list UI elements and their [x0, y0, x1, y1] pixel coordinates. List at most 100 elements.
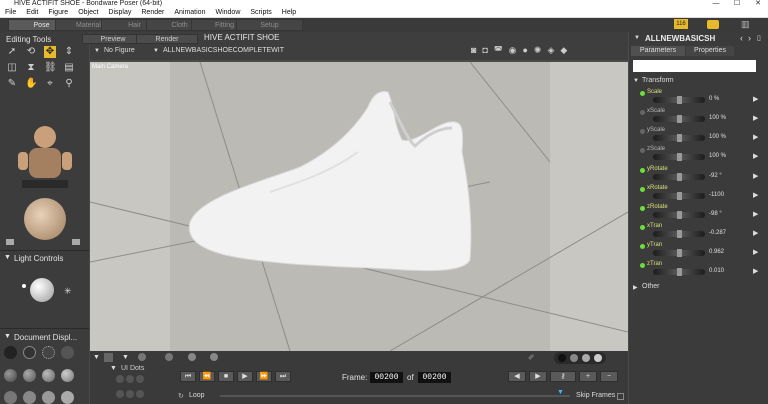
camera-icon[interactable]: [6, 239, 14, 245]
total-frames-field[interactable]: 00200: [418, 372, 451, 383]
trash-icon[interactable]: ▤: [63, 62, 75, 74]
cartoon-style[interactable]: [61, 369, 74, 382]
silhouette-style[interactable]: [4, 346, 17, 359]
light-sphere[interactable]: [30, 278, 54, 302]
left-camera-icon[interactable]: ◆: [560, 45, 567, 56]
collapse-arrow-icon[interactable]: ▼: [633, 78, 639, 84]
timeline-marker[interactable]: ▼: [557, 389, 564, 396]
last-frame-button[interactable]: ⏭: [275, 371, 291, 382]
light-dot[interactable]: [22, 284, 26, 288]
param-row-zrotate[interactable]: zRotate -98 ° ▶: [631, 204, 768, 221]
smooth-lined-style[interactable]: [42, 391, 55, 404]
param-value[interactable]: -1100: [709, 192, 724, 198]
figure-dropdown-arrow[interactable]: ▼: [94, 48, 100, 54]
figure-dropdown[interactable]: No Figure: [104, 47, 135, 54]
dial-knob[interactable]: [677, 192, 682, 200]
rotate-icon[interactable]: ⟲: [25, 46, 37, 58]
param-row-scale[interactable]: Scale 0 % ▶: [631, 89, 768, 106]
ui-dot[interactable]: [116, 390, 124, 398]
param-menu-arrow-icon[interactable]: ▶: [753, 95, 758, 103]
figure-circle-icon[interactable]: [188, 353, 196, 361]
menu-window[interactable]: Window: [210, 9, 245, 16]
magnify-icon[interactable]: ⚲: [63, 78, 75, 90]
menu-animation[interactable]: Animation: [169, 9, 210, 16]
parameter-search-input[interactable]: [633, 60, 756, 72]
ground-toggle-icon[interactable]: [165, 353, 173, 361]
tab-properties[interactable]: Properties: [686, 46, 734, 56]
twist-icon[interactable]: ⇕: [63, 46, 75, 58]
collapse-arrow-icon[interactable]: ▶: [633, 284, 638, 291]
maximize-button[interactable]: ☐: [727, 0, 747, 8]
param-row-yrotate[interactable]: yRotate -92 ° ▶: [631, 166, 768, 183]
param-row-yscale[interactable]: yScale 100 % ▶: [631, 127, 768, 144]
menu-object[interactable]: Object: [73, 9, 103, 16]
3d-viewport[interactable]: Main Camera: [90, 62, 628, 351]
select-icon[interactable]: ➚: [6, 46, 18, 58]
first-frame-button[interactable]: ⏮: [180, 371, 196, 382]
dial-knob[interactable]: [677, 211, 682, 219]
param-row-ytran[interactable]: yTran 0.962 ▶: [631, 242, 768, 259]
param-menu-arrow-icon[interactable]: ▶: [753, 114, 758, 122]
ui-dot[interactable]: [136, 375, 144, 383]
translate-icon[interactable]: ✥: [44, 46, 56, 58]
param-menu-arrow-icon[interactable]: ▶: [753, 191, 758, 199]
menu-scripts[interactable]: Scripts: [245, 9, 276, 16]
dial-knob[interactable]: [677, 134, 682, 142]
display-quality-toggle[interactable]: [554, 352, 606, 364]
panel-menu-icon[interactable]: ▯: [757, 34, 761, 42]
floor-toggle-icon[interactable]: ▼: [122, 354, 129, 361]
tab-preview[interactable]: Preview: [82, 34, 144, 44]
eyedropper-icon[interactable]: ✐: [528, 353, 535, 362]
collapse-arrow-icon[interactable]: ▼: [4, 254, 11, 261]
remove-keyframe-button[interactable]: −: [600, 371, 618, 382]
prev-keyframe-button[interactable]: ◀: [508, 371, 526, 382]
minimize-button[interactable]: —: [706, 0, 726, 8]
dial-knob[interactable]: [677, 173, 682, 181]
scale-icon[interactable]: ◫: [6, 62, 18, 74]
hand-camera-icon[interactable]: ◈: [547, 45, 554, 56]
collapse-arrow-icon[interactable]: ▼: [93, 354, 100, 361]
wireframe-style[interactable]: [42, 346, 55, 359]
menu-help[interactable]: Help: [277, 9, 301, 16]
param-row-ztran[interactable]: zTran 0.010 ▶: [631, 261, 768, 278]
param-menu-arrow-icon[interactable]: ▶: [753, 210, 758, 218]
menu-render[interactable]: Render: [136, 9, 169, 16]
face-camera-icon[interactable]: ◉: [509, 45, 517, 56]
add-keyframe-button[interactable]: +: [579, 371, 597, 382]
param-value[interactable]: 100 %: [709, 115, 726, 121]
dial-knob[interactable]: [677, 96, 682, 104]
param-menu-arrow-icon[interactable]: ▶: [753, 248, 758, 256]
dial-knob[interactable]: [677, 268, 682, 276]
stop-button[interactable]: ■: [218, 371, 234, 382]
param-value[interactable]: 0.010: [709, 268, 724, 274]
loop-icon[interactable]: ↻: [178, 392, 184, 400]
outline-style[interactable]: [23, 346, 36, 359]
ui-dot[interactable]: [126, 375, 134, 383]
hidden-line-style[interactable]: [61, 346, 74, 359]
flat-lined-style[interactable]: [42, 369, 55, 382]
previous-frame-button[interactable]: ⏪: [199, 371, 215, 382]
menu-edit[interactable]: Edit: [21, 9, 43, 16]
sun-icon[interactable]: ✳: [64, 286, 72, 297]
camera-icon[interactable]: ◙: [471, 45, 476, 56]
render-camera-icon[interactable]: ◘: [482, 45, 487, 56]
color-swatch[interactable]: [104, 353, 113, 362]
figure-selector-widget[interactable]: [18, 104, 72, 244]
chain-break-icon[interactable]: ⛓: [44, 62, 57, 74]
next-object-icon[interactable]: ›: [748, 33, 751, 43]
param-value[interactable]: 100 %: [709, 153, 726, 159]
dolly-camera-icon[interactable]: ●: [522, 45, 527, 56]
param-menu-arrow-icon[interactable]: ▶: [753, 229, 758, 237]
flat-shaded-style[interactable]: [23, 369, 36, 382]
param-value[interactable]: -0.287: [709, 230, 726, 236]
dial-knob[interactable]: [677, 230, 682, 238]
timeline-scrubber[interactable]: [220, 395, 570, 397]
play-button[interactable]: ▶: [237, 371, 253, 382]
param-value[interactable]: -98 °: [709, 211, 722, 217]
param-menu-arrow-icon[interactable]: ▶: [753, 172, 758, 180]
next-keyframe-button[interactable]: ▶: [529, 371, 547, 382]
menu-figure[interactable]: Figure: [43, 9, 73, 16]
collapse-arrow-icon[interactable]: ▼: [110, 365, 117, 372]
next-frame-button[interactable]: ⏩: [256, 371, 272, 382]
previous-object-icon[interactable]: ‹: [740, 33, 743, 43]
